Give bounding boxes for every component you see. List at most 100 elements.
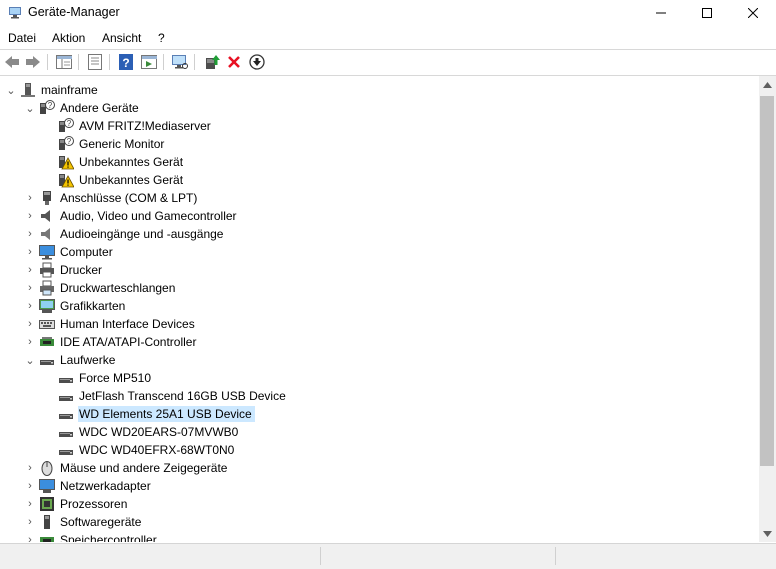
forward-arrow-icon	[26, 56, 40, 68]
window-title: Geräte-Manager	[28, 5, 120, 19]
status-divider	[320, 547, 321, 565]
scan-hardware-button[interactable]	[171, 53, 189, 71]
expand-chevron-icon[interactable]: ›	[23, 459, 37, 477]
maximize-icon	[702, 8, 712, 18]
collapse-chevron-icon[interactable]: ⌄	[23, 99, 37, 117]
tree-category-softwaregeraete[interactable]: › Softwaregeräte	[23, 513, 144, 531]
tree-root-mainframe[interactable]: ⌄ mainframe	[4, 81, 101, 99]
menu-bar: Datei Aktion Ansicht ?	[0, 28, 776, 48]
computer-root-icon	[20, 82, 36, 98]
ide-controller-icon	[39, 334, 55, 350]
update-driver-button[interactable]	[203, 53, 221, 71]
tree-category-hid[interactable]: › Human Interface Devices	[23, 315, 198, 333]
tree-label: Audio, Video und Gamecontroller	[60, 209, 237, 223]
expand-chevron-icon[interactable]: ›	[23, 477, 37, 495]
tree-device-item[interactable]: Unbekanntes Gerät	[42, 171, 186, 189]
tree-drive-item[interactable]: JetFlash Transcend 16GB USB Device	[42, 387, 289, 405]
tree-category-druckwarteschlangen[interactable]: › Druckwarteschlangen	[23, 279, 178, 297]
tree-label: Human Interface Devices	[60, 317, 195, 331]
tree-category-andere-geraete[interactable]: ⌄ ? Andere Geräte	[23, 99, 142, 117]
tree-category-grafikkarten[interactable]: › Grafikkarten	[23, 297, 128, 315]
menu-ansicht[interactable]: Ansicht	[102, 31, 141, 45]
monitor-icon	[39, 244, 55, 260]
speaker-icon	[39, 226, 55, 242]
tree-device-item[interactable]: Unbekanntes Gerät	[42, 153, 186, 171]
display-adapter-icon	[39, 298, 55, 314]
warning-device-icon	[58, 172, 74, 188]
toolbar-separator	[47, 54, 48, 70]
tree-category-computer[interactable]: › Computer	[23, 243, 116, 261]
tree-drive-item[interactable]: Force MP510	[42, 369, 154, 387]
menu-help[interactable]: ?	[158, 31, 165, 45]
help-icon: ?	[119, 54, 133, 70]
tree-label: JetFlash Transcend 16GB USB Device	[79, 389, 286, 403]
speaker-icon	[39, 208, 55, 224]
action-view-button[interactable]	[140, 53, 158, 71]
scroll-down-arrow-icon[interactable]	[763, 531, 772, 537]
back-arrow-icon	[5, 56, 19, 68]
toolbar-separator	[109, 54, 110, 70]
action-view-icon	[141, 55, 157, 69]
tree-category-maeuse[interactable]: › Mäuse und andere Zeigegeräte	[23, 459, 230, 477]
expand-chevron-icon[interactable]: ›	[23, 243, 37, 261]
tree-category-prozessoren[interactable]: › Prozessoren	[23, 495, 130, 513]
expand-chevron-icon[interactable]: ›	[23, 279, 37, 297]
help-button[interactable]: ?	[117, 53, 135, 71]
tree-drive-item-selected[interactable]: WD Elements 25A1 USB Device	[42, 405, 255, 423]
forward-button[interactable]	[24, 53, 42, 71]
tree-label: AVM FRITZ!Mediaserver	[79, 119, 211, 133]
status-bar	[0, 543, 776, 569]
tree-category-ide-ata[interactable]: › IDE ATA/ATAPI-Controller	[23, 333, 199, 351]
scan-hardware-icon	[172, 55, 188, 69]
collapse-chevron-icon[interactable]: ⌄	[23, 351, 37, 369]
tree-label: Softwaregeräte	[60, 515, 142, 529]
show-hide-tree-button[interactable]	[55, 53, 73, 71]
tree-category-audio-video[interactable]: › Audio, Video und Gamecontroller	[23, 207, 240, 225]
scrollbar-thumb[interactable]	[760, 96, 774, 466]
tree-device-item[interactable]: ? AVM FRITZ!Mediaserver	[42, 117, 214, 135]
expand-chevron-icon[interactable]: ›	[23, 207, 37, 225]
expand-chevron-icon[interactable]: ›	[23, 531, 37, 542]
expand-chevron-icon[interactable]: ›	[23, 333, 37, 351]
tree-category-anschluesse[interactable]: › Anschlüsse (COM & LPT)	[23, 189, 200, 207]
scroll-up-arrow-icon[interactable]	[763, 82, 772, 88]
tree-category-audioeingaenge[interactable]: › Audioeingänge und -ausgänge	[23, 225, 226, 243]
tree-category-drucker[interactable]: › Drucker	[23, 261, 105, 279]
menu-datei[interactable]: Datei	[8, 31, 36, 45]
expand-chevron-icon[interactable]: ›	[23, 297, 37, 315]
expand-chevron-icon[interactable]: ›	[23, 495, 37, 513]
collapse-chevron-icon[interactable]: ⌄	[4, 81, 18, 99]
unknown-device-icon: ?	[58, 136, 74, 152]
expand-chevron-icon[interactable]: ›	[23, 315, 37, 333]
tree-label: Prozessoren	[60, 497, 128, 511]
tree-category-speichercontroller[interactable]: › Speichercontroller	[23, 531, 160, 542]
tree-device-item[interactable]: ? Generic Monitor	[42, 135, 167, 153]
expand-chevron-icon[interactable]: ›	[23, 513, 37, 531]
expand-chevron-icon[interactable]: ›	[23, 225, 37, 243]
title-bar: Geräte-Manager	[0, 0, 776, 26]
tree-label: WDC WD20EARS-07MVWB0	[79, 425, 239, 439]
properties-button[interactable]	[86, 53, 104, 71]
unknown-device-icon: ?	[58, 118, 74, 134]
tree-category-netzwerkadapter[interactable]: › Netzwerkadapter	[23, 477, 154, 495]
maximize-button[interactable]	[684, 0, 730, 26]
tree-label: Druckwarteschlangen	[60, 281, 176, 295]
back-button[interactable]	[3, 53, 21, 71]
tree-drive-item[interactable]: WDC WD40EFRX-68WT0N0	[42, 441, 237, 459]
tree-category-laufwerke[interactable]: ⌄ Laufwerke	[23, 351, 118, 369]
tree-label: Generic Monitor	[79, 137, 165, 151]
menu-aktion[interactable]: Aktion	[52, 31, 85, 45]
network-adapter-icon	[39, 478, 55, 494]
expand-chevron-icon[interactable]: ›	[23, 189, 37, 207]
disable-device-button[interactable]	[248, 53, 266, 71]
tree-label: Speichercontroller	[60, 533, 157, 542]
expand-chevron-icon[interactable]: ›	[23, 261, 37, 279]
close-button[interactable]	[730, 0, 776, 26]
tree-label: Unbekanntes Gerät	[79, 173, 184, 187]
show-hide-tree-icon	[56, 55, 72, 69]
tree-drive-item[interactable]: WDC WD20EARS-07MVWB0	[42, 423, 241, 441]
minimize-button[interactable]	[638, 0, 684, 26]
uninstall-button[interactable]	[225, 53, 243, 71]
